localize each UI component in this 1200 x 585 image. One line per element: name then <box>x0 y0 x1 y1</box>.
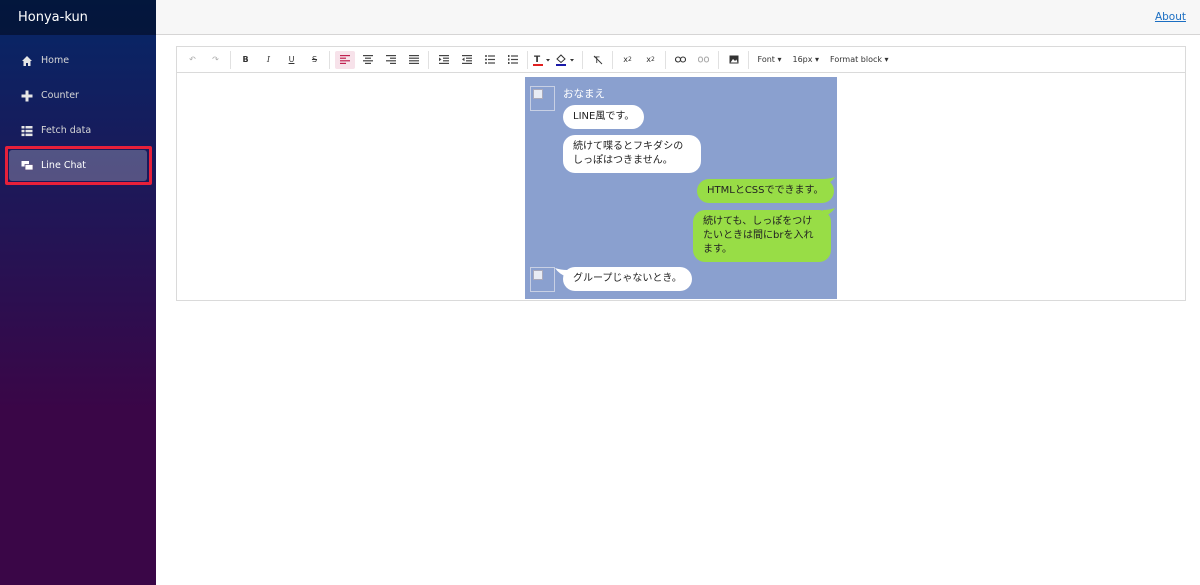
strikethrough-icon[interactable]: S <box>305 51 325 69</box>
sidebar-item-label: Fetch data <box>41 125 92 136</box>
bubble-tail <box>823 177 835 186</box>
home-icon <box>20 54 34 68</box>
top-bar: About <box>156 0 1200 35</box>
bubble-tail <box>823 208 835 217</box>
font-dropdown[interactable]: Font ▾ <box>754 51 786 69</box>
align-center-icon[interactable] <box>358 51 378 69</box>
redo-icon[interactable]: ↷ <box>206 51 226 69</box>
toolbar-divider <box>527 50 528 69</box>
undo-icon[interactable]: ↶ <box>183 51 203 69</box>
sidebar-item-fetch-data[interactable]: Fetch data <box>0 113 156 148</box>
font-size-label: 16px <box>792 55 813 64</box>
list-icon <box>20 124 34 138</box>
toolbar-divider <box>329 50 330 69</box>
indent-icon[interactable] <box>434 51 454 69</box>
sidebar-nav: Home Counter Fetch data Line Chat <box>0 35 156 185</box>
toolbar-divider <box>428 50 429 69</box>
toolbar-divider <box>665 50 666 69</box>
align-left-icon[interactable] <box>334 50 355 69</box>
chat-bubble: 続けて喋るとフキダシのしっぽはつきません。 <box>563 135 701 173</box>
avatar <box>530 86 555 111</box>
sender-name: おなまえ <box>563 88 605 100</box>
toolbar-divider <box>718 50 719 69</box>
sidebar-item-home[interactable]: Home <box>0 43 156 78</box>
font-dropdown-label: Font <box>757 55 775 64</box>
italic-icon[interactable]: I <box>259 51 279 69</box>
subscript-icon[interactable]: x2 <box>618 51 638 69</box>
rich-text-editor: ↶ ↷ B I U S T T x 2 x 2 Font ▾ 16px ▾ Fo… <box>176 46 1186 301</box>
text-color-icon[interactable]: T <box>532 51 553 69</box>
bold-icon[interactable]: B <box>236 51 256 69</box>
sidebar-item-label: Counter <box>41 90 79 101</box>
align-justify-icon[interactable] <box>404 51 424 69</box>
toolbar-divider <box>612 50 613 69</box>
chat-bubble: グループじゃないとき。 <box>563 267 692 291</box>
svg-text:T: T <box>534 55 541 65</box>
highlight-color-icon[interactable] <box>555 51 578 69</box>
brand-title[interactable]: Honya-kun <box>0 0 156 35</box>
toolbar-divider <box>582 50 583 69</box>
sidebar-item-line-chat[interactable]: Line Chat <box>0 146 156 185</box>
sidebar-item-label: Line Chat <box>41 160 87 171</box>
about-link[interactable]: About <box>1155 11 1186 23</box>
sidebar-item-label: Home <box>41 55 70 66</box>
unlink-icon[interactable] <box>694 51 714 69</box>
editor-content[interactable]: おなまえ LINE風です。 続けて喋るとフキダシのしっぽはつきません。 HTML… <box>177 74 1185 300</box>
line-chat-area: おなまえ LINE風です。 続けて喋るとフキダシのしっぽはつきません。 HTML… <box>525 77 837 299</box>
sidebar: Honya-kun Home Counter Fetch data Line C… <box>0 0 156 585</box>
clear-format-icon[interactable]: T <box>588 51 608 69</box>
chat-icon <box>20 159 34 173</box>
plus-icon <box>20 89 34 103</box>
format-block-dropdown[interactable]: Format block ▾ <box>826 51 893 69</box>
numbered-list-icon[interactable] <box>503 51 523 69</box>
underline-icon[interactable]: U <box>282 51 302 69</box>
outdent-icon[interactable] <box>457 51 477 69</box>
superscript-icon[interactable]: x2 <box>641 51 661 69</box>
align-right-icon[interactable] <box>381 51 401 69</box>
format-block-label: Format block <box>830 55 883 64</box>
image-icon[interactable] <box>724 51 744 69</box>
font-size-dropdown[interactable]: 16px ▾ <box>788 51 823 69</box>
chat-bubble: HTMLとCSSでできます。 <box>697 179 834 203</box>
avatar <box>530 267 555 292</box>
sidebar-item-counter[interactable]: Counter <box>0 78 156 113</box>
editor-toolbar: ↶ ↷ B I U S T T x 2 x 2 Font ▾ 16px ▾ Fo… <box>177 47 1185 73</box>
chat-bubble: 続けても、しっぽをつけたいときは間にbrを入れます。 <box>693 210 831 262</box>
link-icon[interactable] <box>671 51 691 69</box>
bullet-list-icon[interactable] <box>480 51 500 69</box>
toolbar-divider <box>230 50 231 69</box>
toolbar-divider <box>748 50 749 69</box>
chat-bubble: LINE風です。 <box>563 105 645 129</box>
